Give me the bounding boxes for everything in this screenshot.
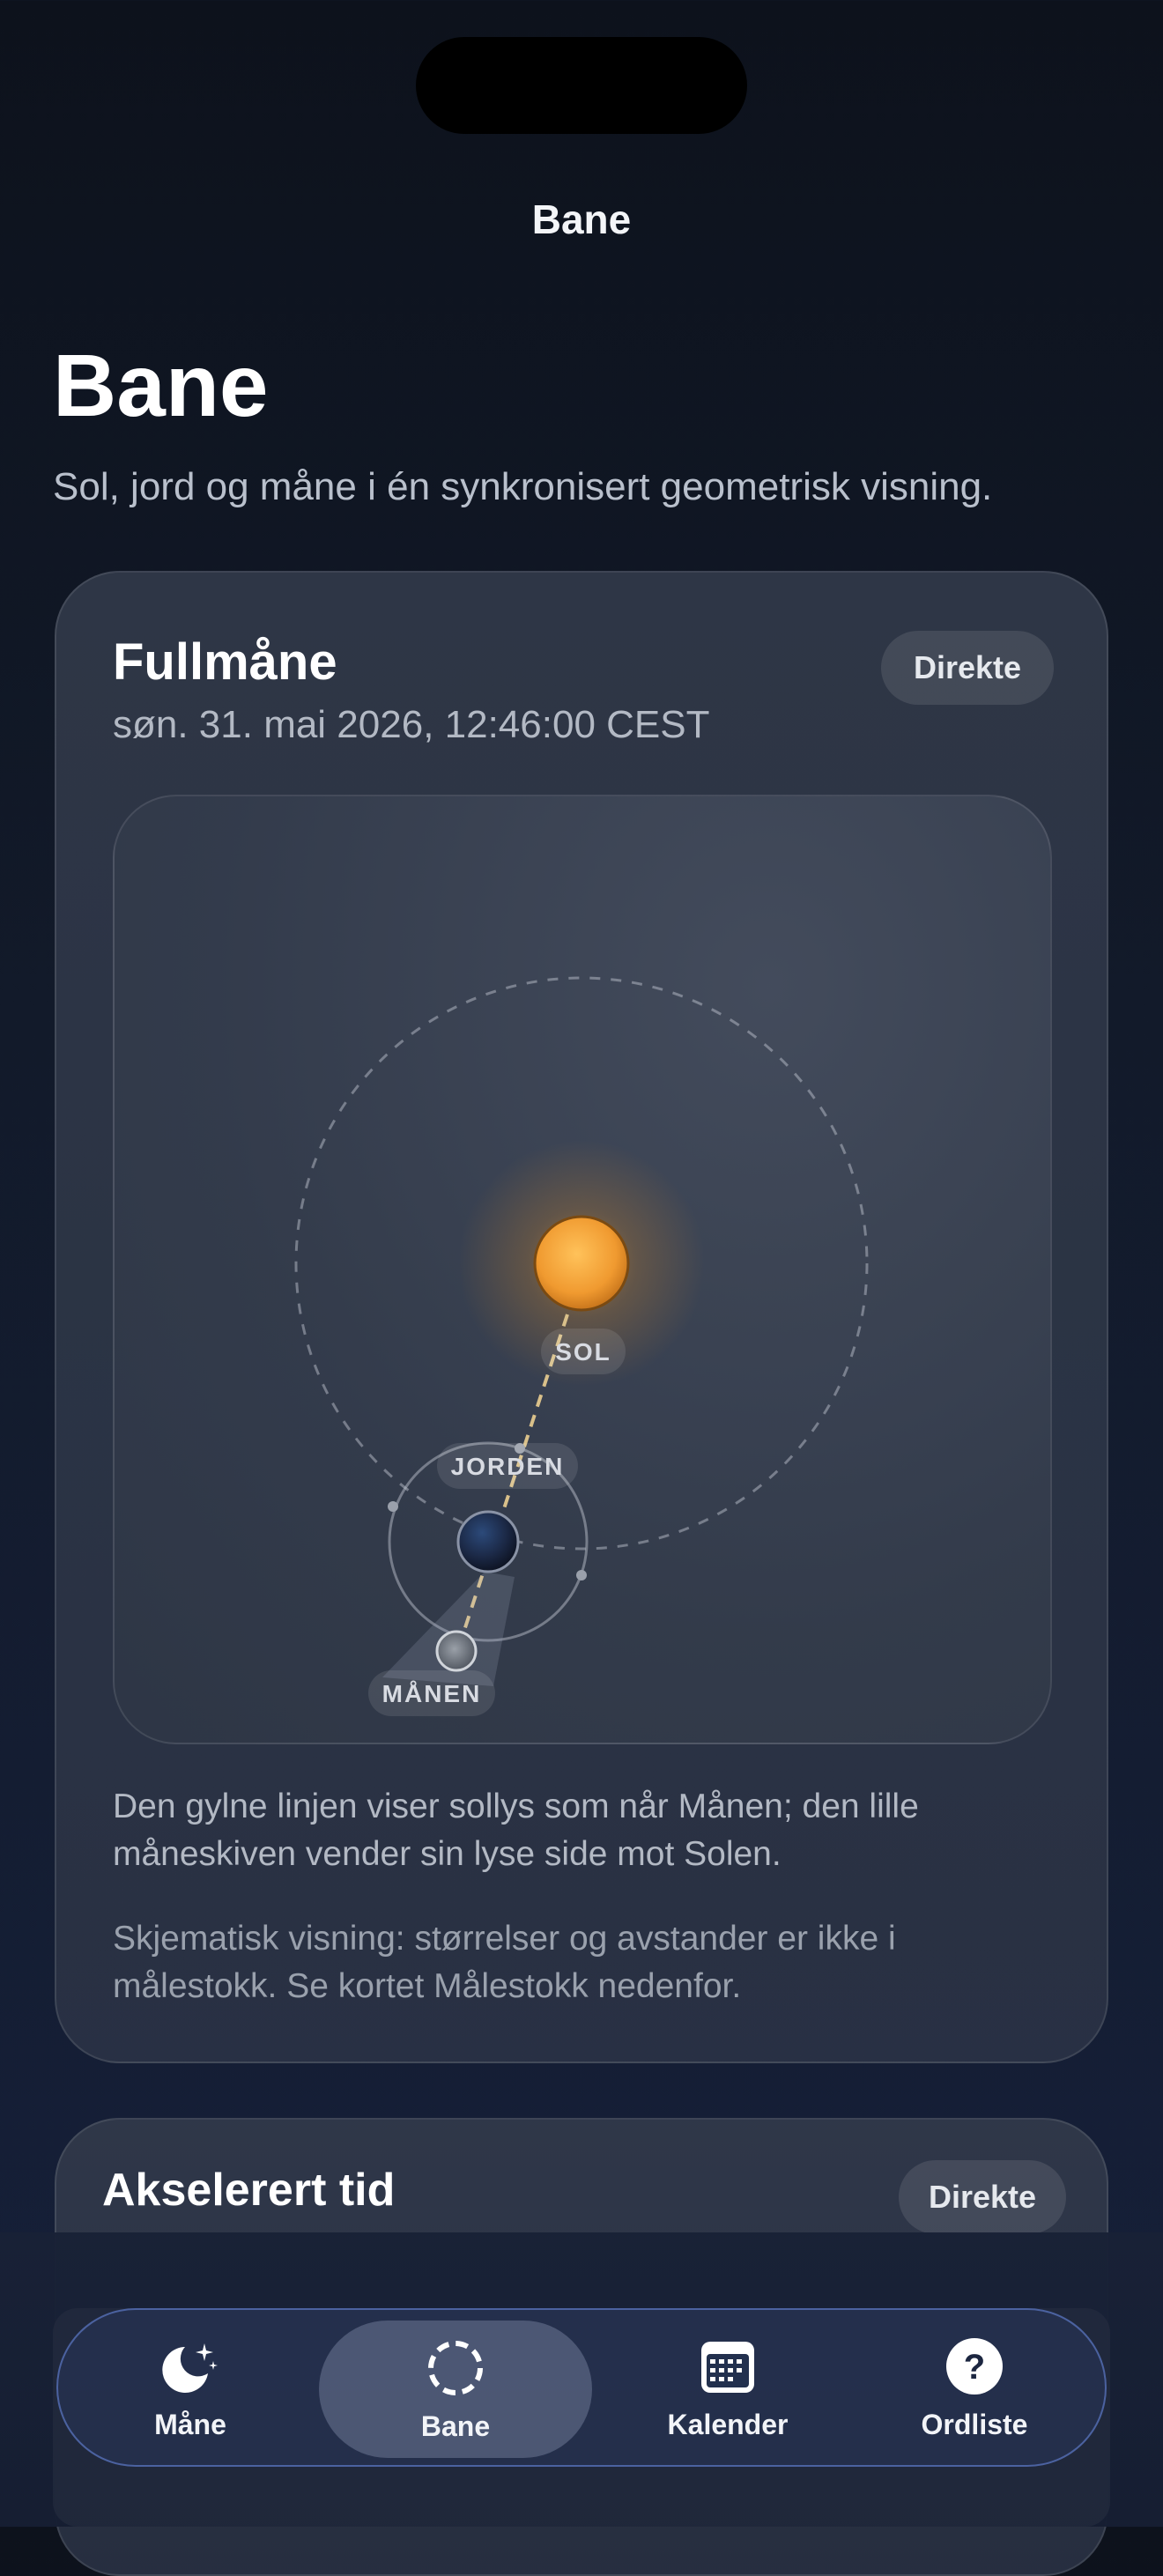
tab-label: Bane	[420, 2409, 491, 2442]
earth-icon	[456, 1510, 520, 1573]
moon-stars-icon	[162, 2343, 218, 2393]
diagram-description: Den gylne linjen viser sollys som når Må…	[113, 1788, 919, 1873]
phase-date: søn. 31. mai 2026, 12:46:00 CEST	[113, 703, 710, 746]
accelerated-time-title: Akselerert tid	[102, 2165, 396, 2216]
orbit-marker	[388, 1501, 398, 1512]
tab-kalender[interactable]: Kalender	[622, 2310, 833, 2465]
svg-text:?: ?	[964, 2348, 985, 2387]
calendar-icon	[701, 2341, 754, 2393]
orbit-diagram-svg: SOL JORDEN MÅNEN	[294, 976, 869, 1716]
nav-title: Bane	[531, 196, 632, 242]
moon-label: MÅNEN	[382, 1680, 482, 1707]
tab-bane[interactable]: Bane	[319, 2321, 592, 2458]
orbit-marker	[576, 1570, 587, 1580]
earth-label: JORDEN	[451, 1453, 565, 1480]
scale-note: Skjematisk visning: størrelser og avstan…	[113, 1920, 896, 2005]
page-title: Bane	[53, 337, 269, 435]
tab-ordliste[interactable]: ? Ordliste	[869, 2310, 1080, 2465]
tab-label: Ordliste	[921, 2408, 1028, 2440]
sun-icon	[533, 1215, 630, 1312]
moon-icon	[435, 1630, 478, 1672]
orbit-diagram: SOL JORDEN MÅNEN	[113, 795, 1052, 1744]
live-button[interactable]: Direkte	[899, 2160, 1066, 2234]
sun-label: SOL	[555, 1338, 611, 1366]
phase-title: Fullmåne	[113, 633, 337, 691]
tab-label: Kalender	[667, 2408, 789, 2440]
dynamic-island	[416, 37, 747, 134]
tab-label: Måne	[154, 2408, 226, 2440]
orbit-card: Fullmåne søn. 31. mai 2026, 12:46:00 CES…	[55, 571, 1108, 2063]
tab-mane[interactable]: Måne	[93, 2310, 287, 2465]
tab-bar: Måne Bane Kalender ? Ordliste	[56, 2308, 1107, 2467]
dashed-circle-icon	[428, 2340, 483, 2395]
live-button[interactable]: Direkte	[881, 631, 1054, 705]
question-circle-icon: ?	[946, 2337, 1003, 2395]
page-subtitle: Sol, jord og måne i én synkronisert geom…	[53, 465, 993, 508]
